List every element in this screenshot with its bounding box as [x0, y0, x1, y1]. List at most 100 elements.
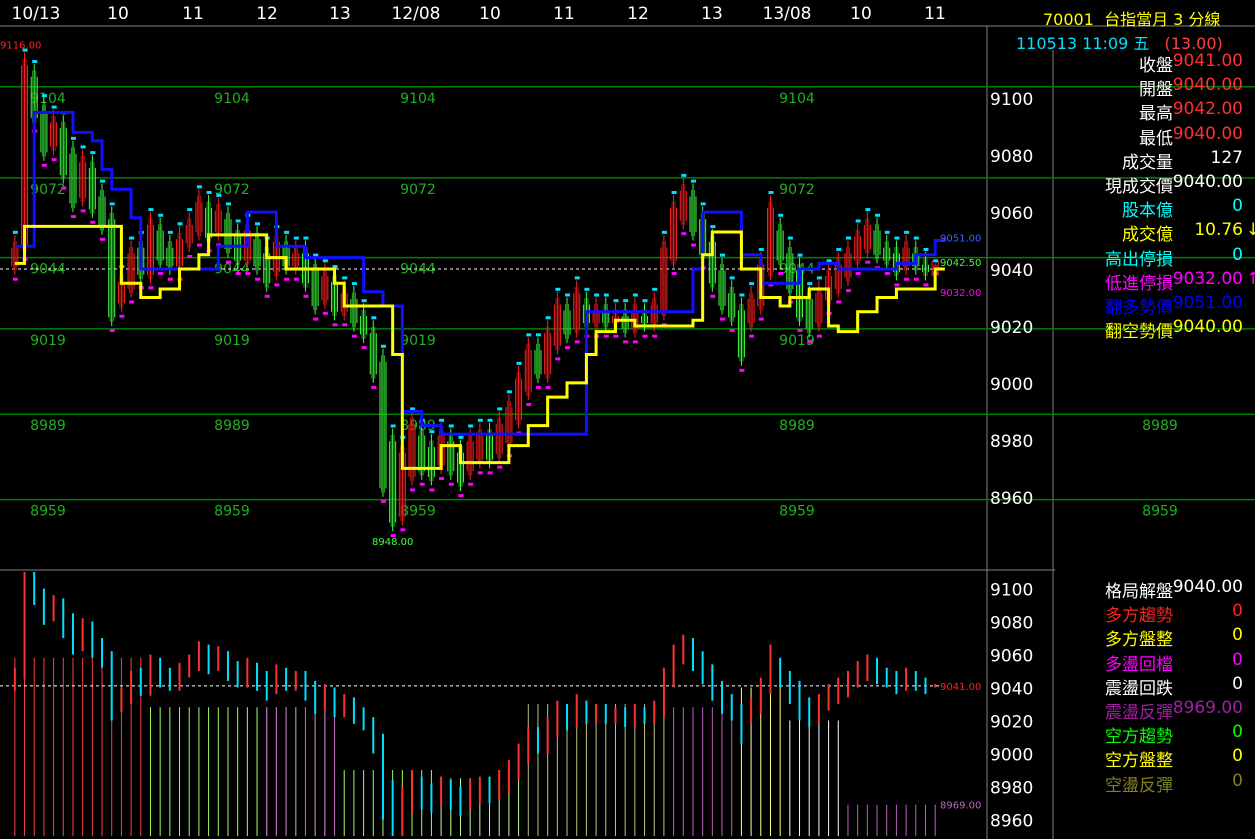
- high-marker: [613, 299, 619, 303]
- pattern-value: 9040.00: [1172, 577, 1243, 597]
- high-marker: [904, 230, 910, 234]
- stats-value: 9051.00: [1172, 292, 1243, 313]
- high-marker: [749, 282, 755, 286]
- low-marker: [70, 215, 76, 219]
- y-axis: 9100 9080 9060 9040 9020 9000 8980 8960 9100 9080…: [990, 90, 1033, 831]
- stats-row: 翻空勢價 9040.00: [1055, 316, 1255, 342]
- low-marker: [351, 334, 357, 338]
- sub-annotation-rebound: 8969.00: [940, 801, 981, 812]
- high-marker: [90, 151, 96, 155]
- stats-row: 低進停損 9032.00 ↑: [1055, 268, 1255, 294]
- y-tick-label: 9080: [990, 147, 1033, 167]
- low-marker: [729, 328, 735, 332]
- low-marker: [303, 294, 309, 298]
- low-marker: [671, 272, 677, 276]
- low-marker: [245, 272, 251, 276]
- high-marker: [322, 259, 328, 263]
- stats-row: 成交億 10.76 ↓: [1055, 219, 1255, 245]
- high-marker: [787, 236, 793, 240]
- low-marker: [613, 334, 619, 338]
- annotation-high: 9116.00: [0, 41, 41, 52]
- stats-value: 9040.00: [1172, 171, 1243, 192]
- stats-row: 最高 9042.00: [1055, 98, 1255, 124]
- level-label: 8959: [214, 504, 250, 520]
- annotation-low: 8948.00: [372, 537, 413, 548]
- low-marker: [12, 277, 18, 281]
- high-marker: [497, 407, 503, 411]
- stats-row: 股本億 0: [1055, 195, 1255, 221]
- sub-y-tick-label: 9020: [990, 713, 1033, 733]
- low-marker: [807, 340, 813, 344]
- low-marker: [535, 385, 541, 389]
- high-marker: [235, 219, 241, 223]
- high-marker: [448, 424, 454, 428]
- annotations: 9116.00 8948.00 9051.00 9042.50 9032.00 9041.…: [0, 41, 981, 812]
- level-label: 8989: [214, 418, 250, 434]
- low-marker: [565, 346, 571, 350]
- x-tick-label: 10: [850, 4, 872, 24]
- high-marker: [758, 247, 764, 251]
- low-marker: [51, 158, 57, 162]
- level-label: 9019: [214, 333, 250, 349]
- stats-value: 9040.00: [1172, 123, 1243, 144]
- high-marker: [845, 236, 851, 240]
- high-marker: [690, 179, 696, 183]
- level-label: 9044: [400, 262, 436, 278]
- stats-row: 現成交價 9040.00: [1055, 171, 1255, 197]
- low-marker: [322, 311, 328, 315]
- low-marker: [264, 294, 270, 298]
- sub-y-tick-label: 8960: [990, 812, 1033, 832]
- level-label: 8959: [30, 504, 66, 520]
- stats-row: 翻多勢價 9051.00: [1055, 292, 1255, 318]
- high-marker: [167, 230, 173, 234]
- low-marker: [361, 346, 367, 350]
- low-marker: [468, 482, 474, 486]
- high-marker: [187, 208, 193, 212]
- low-marker: [642, 334, 648, 338]
- high-marker: [671, 190, 677, 194]
- pattern-value: 0: [1232, 649, 1243, 670]
- high-marker: [865, 208, 871, 212]
- high-marker: [836, 247, 842, 251]
- stats-row: 高出停損 0: [1055, 244, 1255, 270]
- annotation-stop: 9032.00: [940, 288, 981, 299]
- annotation-bull-price: 9051.00: [940, 234, 981, 245]
- x-tick-label: 13: [329, 4, 351, 24]
- low-marker: [749, 334, 755, 338]
- low-marker: [758, 317, 764, 321]
- x-axis: 10/13 10 11 12 13 12/08 10 11 12 13 13/08 10 11: [12, 4, 946, 24]
- high-marker: [584, 287, 590, 291]
- low-marker: [720, 317, 726, 321]
- high-marker: [129, 236, 135, 240]
- y-tick-label: 9100: [990, 90, 1033, 110]
- high-marker: [913, 236, 919, 240]
- pattern-row: 格局解盤 9040.00: [1055, 576, 1255, 602]
- high-marker: [70, 136, 76, 140]
- stats-value: 9040.00: [1172, 317, 1243, 338]
- level-label: 9104: [779, 91, 815, 107]
- high-marker: [933, 259, 939, 263]
- pattern-value: 0: [1232, 722, 1243, 743]
- high-marker: [884, 230, 890, 234]
- pattern-panel: 格局解盤 9040.00 多方趨勢 0 多方盤整 0 多盪回檔 0 震盪回跌 0 震盪反彈 8969.…: [1055, 576, 1255, 796]
- pattern-value: 8969.00: [1172, 697, 1243, 718]
- level-label: 8989: [1142, 418, 1178, 434]
- high-marker: [109, 202, 115, 206]
- low-marker: [526, 403, 532, 407]
- high-marker: [148, 208, 154, 212]
- low-marker: [555, 357, 561, 361]
- low-marker: [845, 289, 851, 293]
- low-marker: [41, 163, 47, 167]
- low-marker: [342, 323, 348, 327]
- level-label: 8989: [779, 418, 815, 434]
- high-marker: [100, 179, 106, 183]
- low-marker: [865, 260, 871, 264]
- high-marker: [216, 193, 222, 197]
- low-marker: [148, 286, 154, 290]
- low-marker: [109, 328, 115, 332]
- level-label: 9104: [214, 91, 250, 107]
- x-tick-label: 10: [479, 4, 501, 24]
- high-marker: [206, 190, 212, 194]
- low-marker: [923, 283, 929, 287]
- pattern-value: 0: [1232, 601, 1243, 622]
